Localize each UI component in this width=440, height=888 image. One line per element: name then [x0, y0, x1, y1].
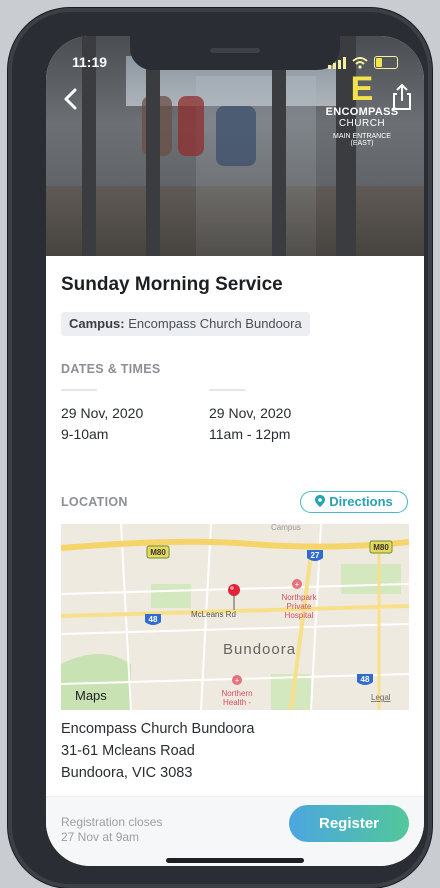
road-shield-27: 27	[311, 551, 320, 560]
registration-deadline-date: 27 Nov at 9am	[61, 830, 140, 844]
registration-deadline: Registration closes 27 Nov at 9am	[61, 815, 162, 845]
session-date: 29 Nov, 2020	[209, 405, 292, 421]
mute-switch	[12, 126, 16, 156]
registration-footer: Registration closes 27 Nov at 9am Regist…	[46, 796, 424, 866]
phone-frame: E ENCOMPASS CHURCH MAIN ENTRANCE (EAST)	[8, 8, 432, 888]
svg-text:+: +	[295, 580, 300, 589]
address-line: Bundoora, VIC 3083	[61, 765, 193, 781]
battery-icon	[374, 56, 398, 69]
map-pin-icon	[315, 495, 326, 507]
register-button[interactable]: Register	[289, 805, 409, 842]
divider	[209, 389, 245, 391]
road-shield-48: 48	[149, 615, 158, 624]
volume-down-button	[12, 256, 16, 312]
campus-label: Campus:	[69, 316, 125, 331]
page-title: Sunday Morning Service	[61, 274, 283, 295]
session-date: 29 Nov, 2020	[61, 405, 144, 421]
speaker	[210, 48, 260, 53]
address-block: Encompass Church Bundoora 31-61 Mcleans …	[61, 718, 254, 784]
street-label: McLeans Rd	[191, 610, 236, 619]
session-hours: 11am - 12pm	[209, 426, 291, 442]
hospital-label: Private	[287, 602, 312, 611]
logo-line3: MAIN ENTRANCE	[333, 133, 391, 140]
logo-line4: (EAST)	[350, 140, 374, 147]
share-icon	[393, 83, 411, 110]
location-section-label: LOCATION	[61, 495, 128, 509]
cellular-signal-icon	[328, 56, 346, 69]
session-time: 29 Nov, 2020 9-10am	[61, 403, 143, 445]
registration-deadline-label: Registration closes	[61, 815, 163, 829]
chevron-left-icon	[64, 88, 77, 110]
hospital-label: Northpark	[281, 593, 317, 602]
road-shield-m80: M80	[373, 543, 389, 552]
status-time: 11:19	[72, 54, 108, 70]
status-icons	[328, 56, 398, 69]
address-line: 31-61 Mcleans Road	[61, 743, 195, 759]
hospital-label: Hospital	[285, 611, 314, 620]
home-indicator[interactable]	[166, 858, 304, 863]
hero-people	[216, 106, 256, 166]
event-details: Sunday Morning Service Campus: Encompass…	[46, 256, 424, 796]
road-shield-48: 48	[361, 675, 370, 684]
address-line: Encompass Church Bundoora	[61, 721, 255, 737]
wifi-icon	[352, 56, 368, 69]
logo-line2: CHURCH	[338, 118, 386, 129]
legal-link[interactable]: Legal	[371, 693, 391, 702]
campus-badge: Campus: Encompass Church Bundoora	[61, 312, 310, 336]
directions-label: Directions	[329, 494, 393, 509]
map-top-label: Campus	[271, 524, 301, 532]
session-time: 29 Nov, 2020 11am - 12pm	[209, 403, 291, 445]
dates-section-label: DATES & TIMES	[61, 362, 161, 376]
directions-button[interactable]: Directions	[300, 491, 408, 513]
svg-text:+: +	[235, 676, 240, 685]
map-graphic: M80 M80 27 48 48 Campus McLeans Rd Bundo…	[61, 524, 409, 710]
campus-value: Encompass Church Bundoora	[124, 316, 302, 331]
status-bar: 11:19	[72, 54, 398, 74]
location-map[interactable]: M80 M80 27 48 48 Campus McLeans Rd Bundo…	[61, 524, 409, 710]
suburb-label: Bundoora	[223, 641, 296, 658]
hospital-label: Health -	[223, 698, 251, 707]
screen: E ENCOMPASS CHURCH MAIN ENTRANCE (EAST)	[46, 36, 424, 866]
road-shield-m80: M80	[150, 548, 166, 557]
maps-brand-label: Maps	[75, 688, 107, 703]
share-button[interactable]	[390, 82, 414, 112]
volume-up-button	[12, 186, 16, 242]
session-hours: 9-10am	[61, 426, 109, 442]
divider	[61, 389, 97, 391]
hero-glass-door	[196, 76, 316, 256]
back-button[interactable]	[60, 84, 82, 114]
hospital-label: Northern	[221, 689, 252, 698]
hero-people	[178, 96, 204, 156]
